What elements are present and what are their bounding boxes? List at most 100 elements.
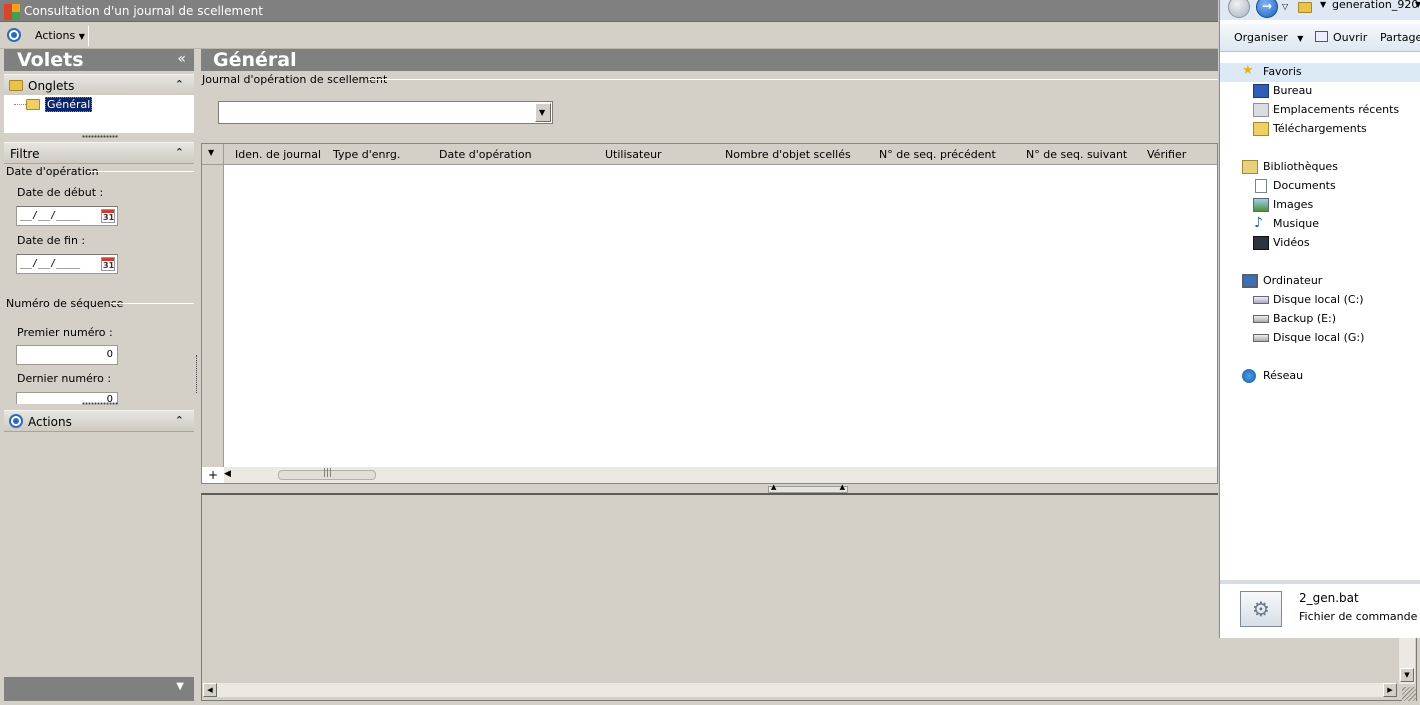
open-folder-icon bbox=[26, 99, 40, 110]
add-row-icon[interactable]: + bbox=[204, 468, 222, 484]
seq-group-label: Numéro de séquence bbox=[6, 297, 124, 310]
address-dropdown-icon[interactable]: ▼ bbox=[1415, 0, 1420, 9]
start-date-label: Date de début : bbox=[17, 186, 104, 199]
collapse-up-icon[interactable]: ⌃ bbox=[175, 414, 184, 427]
address-path[interactable]: generation_920 bbox=[1332, 0, 1418, 11]
row-header-column bbox=[202, 165, 224, 467]
scroll-left-icon[interactable]: ◀ bbox=[224, 469, 231, 479]
left-bottom-bar: ▼ bbox=[4, 677, 194, 701]
chevron-down-icon: ▼ bbox=[539, 108, 546, 117]
tree-item-general[interactable]: Général bbox=[45, 97, 93, 112]
open-button[interactable]: Ouvrir bbox=[1333, 31, 1367, 44]
nav-music[interactable]: ♪ Musique bbox=[1220, 215, 1420, 234]
nav-videos[interactable]: Vidéos bbox=[1220, 234, 1420, 253]
nav-label: Téléchargements bbox=[1273, 122, 1367, 135]
collapse-up-icon[interactable]: ▲ bbox=[840, 483, 845, 491]
music-icon: ♪ bbox=[1254, 215, 1263, 231]
grid-header: ▼ Iden. de journal Type d'enrg. Date d'o… bbox=[202, 144, 1217, 165]
dropdown-button[interactable]: ▼ bbox=[535, 103, 551, 122]
nav-documents[interactable]: Documents bbox=[1220, 177, 1420, 196]
nav-drive-g[interactable]: Disque local (G:) bbox=[1220, 329, 1420, 348]
nav-libraries[interactable]: Bibliothèques bbox=[1220, 158, 1420, 177]
calendar-icon[interactable]: 31 bbox=[101, 257, 115, 271]
star-icon: ★ bbox=[1242, 63, 1254, 78]
nav-downloads[interactable]: Téléchargements bbox=[1220, 120, 1420, 139]
back-icon[interactable] bbox=[1228, 0, 1250, 18]
end-date-field[interactable]: __/__/____ 31 bbox=[16, 254, 118, 274]
first-number-field[interactable]: 0 bbox=[16, 345, 118, 365]
group-line bbox=[88, 171, 194, 172]
collapse-up-icon[interactable]: ⌃ bbox=[175, 146, 184, 159]
start-date-field[interactable]: __/__/____ 31 bbox=[16, 206, 118, 226]
folder-icon bbox=[9, 80, 23, 91]
grid-menu-button[interactable]: ▼ bbox=[202, 144, 224, 165]
calendar-number: 31 bbox=[103, 213, 115, 222]
open-icon bbox=[1315, 31, 1328, 42]
vertical-splitter-grip[interactable] bbox=[196, 355, 198, 393]
volets-title: Volets bbox=[17, 49, 84, 71]
scroll-down-icon[interactable]: ▼ bbox=[1400, 668, 1414, 682]
nav-label: Bureau bbox=[1273, 84, 1313, 97]
nav-network[interactable]: Réseau bbox=[1220, 367, 1420, 386]
batch-file-icon: ⚙ bbox=[1240, 591, 1282, 627]
scroll-thumb[interactable]: ||| bbox=[278, 468, 376, 480]
selected-file-type: Fichier de commande Windows bbox=[1299, 610, 1420, 623]
organize-button[interactable]: Organiser ▼ bbox=[1234, 31, 1303, 44]
resize-handle[interactable] bbox=[1402, 687, 1416, 701]
title-bar: Consultation d'un journal de scellement bbox=[0, 0, 1420, 22]
column-header[interactable]: Vérifier bbox=[1147, 148, 1186, 161]
horizontal-scrollbar[interactable]: ◀ ▶ bbox=[203, 683, 1397, 697]
forward-icon[interactable]: → bbox=[1256, 0, 1278, 18]
journal-grid: ▼ Iden. de journal Type d'enrg. Date d'o… bbox=[201, 143, 1218, 484]
actions-header[interactable]: Actions ⌃ bbox=[4, 410, 194, 432]
actions-menu[interactable]: Actions ▼ bbox=[35, 29, 85, 42]
vertical-scrollbar[interactable]: ▼ bbox=[1399, 638, 1415, 684]
nav-drive-e[interactable]: Backup (E:) bbox=[1220, 310, 1420, 329]
grid-horizontal-scrollbar[interactable]: ◀ ||| bbox=[224, 467, 1217, 483]
resize-grip[interactable] bbox=[82, 135, 118, 138]
drive-icon bbox=[1253, 296, 1269, 304]
column-header[interactable]: N° de seq. précédent bbox=[879, 148, 996, 161]
nav-label: Vidéos bbox=[1273, 236, 1310, 249]
details-pane: ⚙ 2_gen.bat Fichier de commande Windows bbox=[1220, 580, 1420, 638]
column-header[interactable]: Date d'opération bbox=[439, 148, 532, 161]
nav-recent-places[interactable]: Emplacements récents bbox=[1220, 101, 1420, 120]
history-dropdown-icon[interactable]: ▽ bbox=[1282, 2, 1288, 11]
resize-grip[interactable] bbox=[82, 402, 118, 405]
filtre-header[interactable]: Filtre ⌃ bbox=[4, 142, 194, 164]
window-title: Consultation d'un journal de scellement bbox=[24, 4, 263, 18]
filtre-label: Filtre bbox=[10, 147, 40, 161]
column-header[interactable]: N° de seq. suivant bbox=[1026, 148, 1127, 161]
nav-desktop[interactable]: Bureau bbox=[1220, 82, 1420, 101]
nav-computer[interactable]: Ordinateur bbox=[1220, 272, 1420, 291]
share-button[interactable]: Partager bbox=[1380, 31, 1420, 44]
column-header[interactable]: Iden. de journal bbox=[235, 148, 321, 161]
options-icon[interactable] bbox=[7, 28, 21, 42]
nav-favorites[interactable]: ★ Favoris bbox=[1220, 63, 1420, 82]
collapse-up-icon[interactable]: ▲ bbox=[771, 483, 776, 491]
nav-label: Réseau bbox=[1263, 369, 1304, 382]
chevron-down-icon[interactable]: ▼ bbox=[176, 681, 184, 692]
nav-label: Backup (E:) bbox=[1273, 312, 1337, 325]
breadcrumb-arrow-icon[interactable]: ▼ bbox=[1320, 0, 1326, 9]
calendar-icon[interactable]: 31 bbox=[101, 209, 115, 223]
scroll-right-icon[interactable]: ▶ bbox=[1383, 683, 1397, 697]
scroll-left-icon[interactable]: ◀ bbox=[203, 683, 217, 697]
nav-label: Disque local (G:) bbox=[1273, 331, 1365, 344]
nav-label: Disque local (C:) bbox=[1273, 293, 1364, 306]
nav-images[interactable]: Images bbox=[1220, 196, 1420, 215]
column-header[interactable]: Utilisateur bbox=[605, 148, 662, 161]
column-header[interactable]: Type d'enrg. bbox=[333, 148, 400, 161]
nav-drive-c[interactable]: Disque local (C:) bbox=[1220, 291, 1420, 310]
nav-label: Documents bbox=[1273, 179, 1336, 192]
recent-places-icon bbox=[1253, 103, 1269, 117]
onglets-header[interactable]: Onglets ⌃ bbox=[4, 74, 194, 96]
horizontal-splitter[interactable]: ▲ ▲ bbox=[768, 483, 848, 493]
nav-label: Emplacements récents bbox=[1273, 103, 1400, 116]
folder-icon bbox=[1298, 2, 1312, 13]
collapse-panel-icon[interactable]: « bbox=[177, 51, 186, 67]
end-date-value: __/__/____ bbox=[20, 258, 81, 269]
collapse-up-icon[interactable]: ⌃ bbox=[175, 78, 184, 91]
column-header[interactable]: Nombre d'objet scellés bbox=[725, 148, 851, 161]
journal-select[interactable]: ▼ bbox=[218, 101, 553, 124]
